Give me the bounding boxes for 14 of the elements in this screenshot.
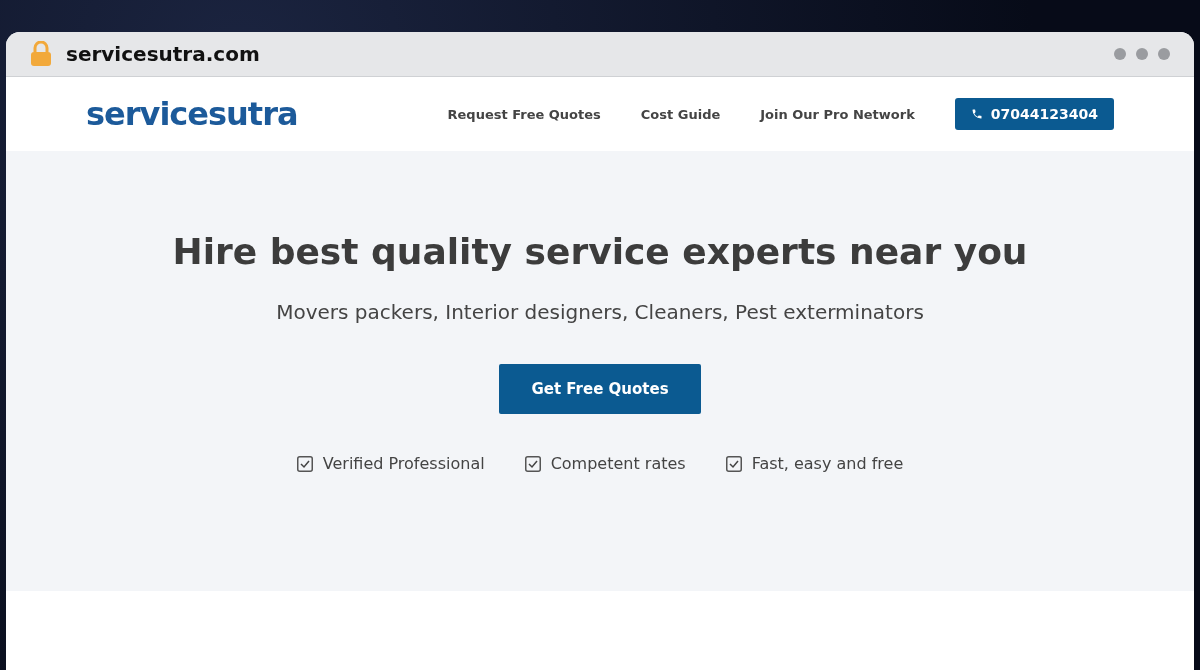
site-logo[interactable]: servicesutra — [86, 95, 448, 133]
hero-subtitle: Movers packers, Interior designers, Cleaners, Pest exterminators — [276, 300, 924, 324]
hero-title: Hire best quality service experts near you — [172, 231, 1028, 272]
get-quotes-button[interactable]: Get Free Quotes — [499, 364, 701, 414]
feature-label: Fast, easy and free — [751, 454, 904, 473]
feature-label: Verified Professional — [322, 454, 485, 473]
feature-label: Competent rates — [550, 454, 686, 473]
phone-icon — [970, 108, 983, 120]
nav-link[interactable]: Join Our Pro Network — [760, 106, 915, 122]
phone-button[interactable]: 07044123404 — [954, 98, 1114, 130]
nav-link[interactable]: Request Free Quotes — [447, 106, 601, 122]
window-controls-icon — [1114, 48, 1170, 60]
nav-link[interactable]: Cost Guide — [640, 106, 721, 122]
lock-icon — [30, 41, 52, 67]
